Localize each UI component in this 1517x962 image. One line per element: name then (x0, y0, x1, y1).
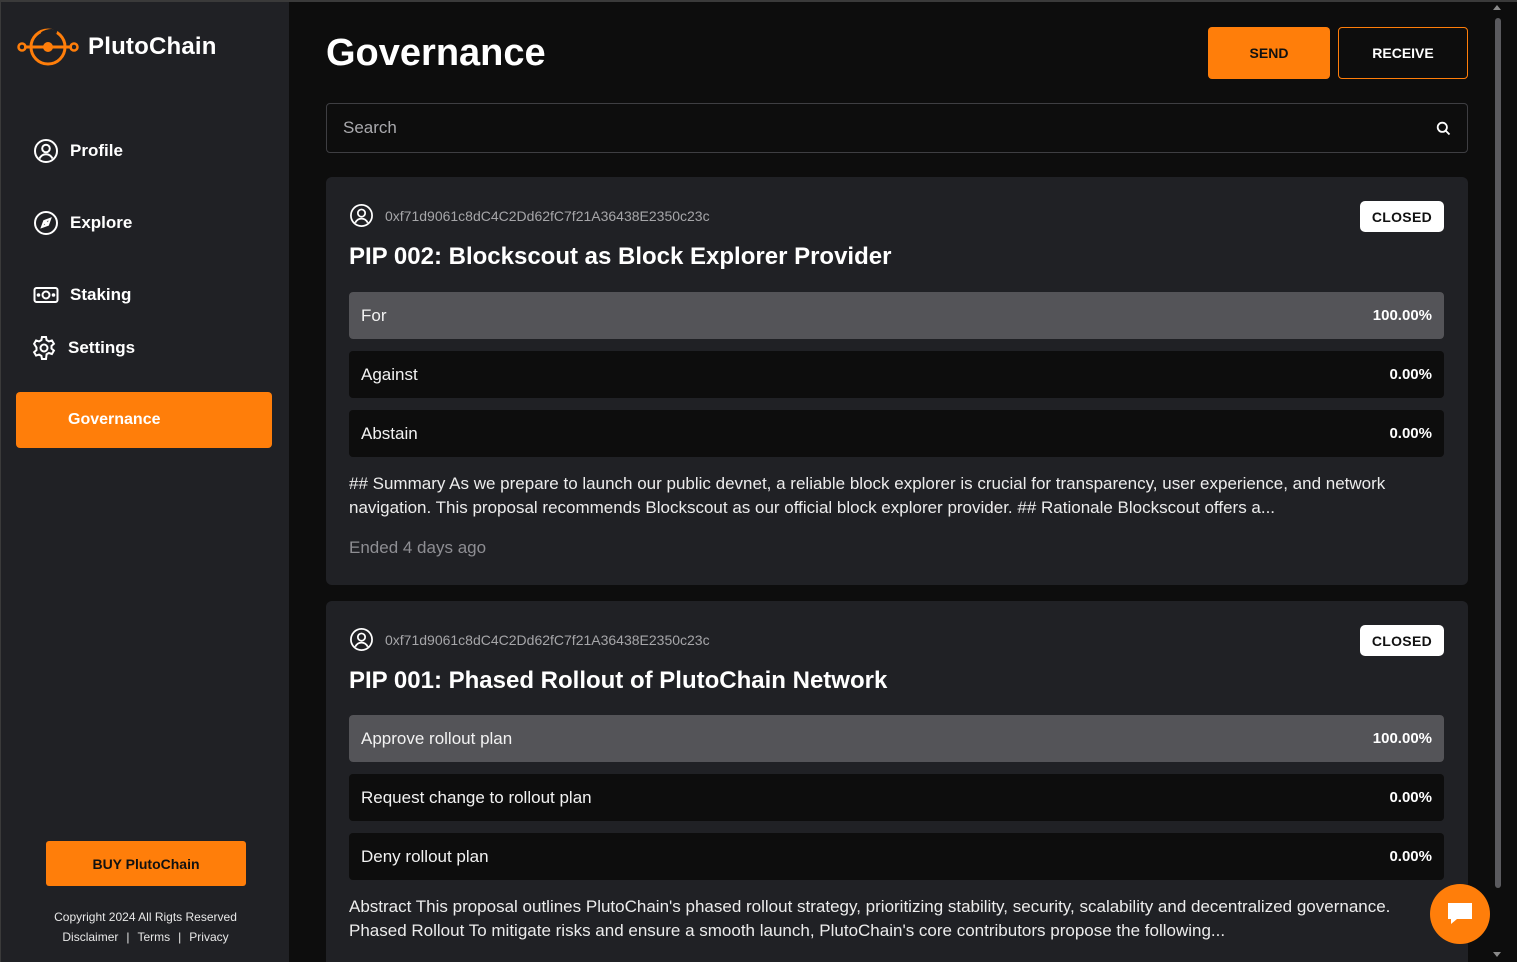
vote-option-label: Deny rollout plan (361, 846, 489, 866)
author-address: 0xf71d9061c8dC4C2Dd62fC7f21A36438E2350c2… (385, 631, 710, 648)
proposal-summary: Abstract This proposal outlines PlutoCha… (349, 897, 1391, 940)
link-separator: | (178, 930, 182, 944)
vote-option[interactable]: Approve rollout plan 100.00% (349, 715, 1444, 762)
vote-option-percent: 0.00% (1389, 789, 1432, 806)
proposal-title: PIP 001: Phased Rollout of PlutoChain Ne… (349, 667, 888, 694)
scroll-down-arrow-icon[interactable] (1493, 952, 1501, 957)
user-circle-icon (34, 139, 58, 163)
sidebar-item-explore[interactable]: Explore (33, 210, 132, 236)
author-address: 0xf71d9061c8dC4C2Dd62fC7f21A36438E2350c2… (385, 207, 710, 224)
buy-plutochain-button[interactable]: BUY PlutoChain (46, 841, 246, 886)
proposal-card[interactable]: 0xf71d9061c8dC4C2Dd62fC7f21A36438E2350c2… (326, 601, 1468, 962)
vote-result-fill (349, 292, 1444, 339)
sidebar-item-label: Settings (68, 338, 136, 357)
proposal-card[interactable]: 0xf71d9061c8dC4C2Dd62fC7f21A36438E2350c2… (326, 177, 1468, 585)
vote-option[interactable]: Deny rollout plan 0.00% (349, 833, 1444, 880)
sidebar-item-settings[interactable]: Settings (31, 335, 135, 361)
main-content: Governance SEND RECEIVE 0xf71d9061c8dC4C… (289, 2, 1517, 962)
status-badge: CLOSED (1359, 625, 1444, 656)
vote-option-label: Approve rollout plan (361, 728, 513, 748)
chat-bubble-icon (1448, 903, 1472, 924)
proposal-summary: ## Summary As we prepare to launch our p… (349, 474, 1386, 517)
receive-button-label: RECEIVE (1372, 45, 1434, 61)
sidebar-item-label: Explore (70, 213, 133, 232)
status-badge: CLOSED (1359, 201, 1444, 232)
compass-icon (34, 211, 58, 235)
sidebar-item-label: Governance (68, 411, 161, 428)
cash-icon (33, 287, 59, 303)
vote-option[interactable]: Abstain 0.00% (349, 410, 1444, 457)
vote-option-percent: 100.00% (1372, 730, 1432, 747)
vote-option-percent: 100.00% (1372, 307, 1432, 324)
scroll-up-arrow-icon[interactable] (1493, 5, 1501, 10)
footer-links: Disclaimer | Terms | Privacy (1, 930, 290, 944)
sidebar-item-profile[interactable]: Profile (33, 138, 123, 164)
proposal-author: 0xf71d9061c8dC4C2Dd62fC7f21A36438E2350c2… (349, 627, 710, 652)
sidebar-item-label: Staking (70, 285, 132, 304)
send-button[interactable]: SEND (1208, 27, 1330, 79)
vote-option[interactable]: Request change to rollout plan 0.00% (349, 774, 1444, 821)
sidebar-item-staking[interactable]: Staking (33, 282, 131, 308)
vote-option-percent: 0.00% (1389, 366, 1432, 383)
privacy-link[interactable]: Privacy (189, 930, 228, 944)
app-window: PlutoChain Profile Explore Staking Setti… (0, 0, 1517, 962)
vote-option[interactable]: Against 0.00% (349, 351, 1444, 398)
search-icon[interactable] (1436, 121, 1451, 136)
receive-button[interactable]: RECEIVE (1338, 27, 1468, 79)
search-bar (326, 103, 1468, 153)
link-separator: | (126, 930, 130, 944)
vote-option-label: Against (361, 364, 418, 384)
vote-option-percent: 0.00% (1389, 425, 1432, 442)
proposal-title: PIP 002: Blockscout as Block Explorer Pr… (349, 243, 892, 270)
copyright-text: Copyright 2024 All Rigts Reserved (54, 910, 237, 924)
send-button-label: SEND (1249, 45, 1289, 61)
sidebar-item-governance[interactable]: Governance (16, 392, 272, 448)
vote-option-label: Abstain (361, 423, 418, 443)
terms-link[interactable]: Terms (138, 930, 171, 944)
buy-button-label: BUY PlutoChain (92, 855, 200, 872)
brand-logo[interactable]: PlutoChain (17, 26, 217, 68)
vote-option-percent: 0.00% (1389, 848, 1432, 865)
scrollbar[interactable] (1492, 2, 1517, 962)
search-input[interactable] (327, 104, 1467, 152)
vote-option[interactable]: For 100.00% (349, 292, 1444, 339)
chat-support-button[interactable] (1430, 884, 1490, 944)
plutochain-logo-icon (17, 28, 79, 66)
sidebar-item-label: Profile (70, 141, 123, 160)
user-circle-icon (350, 628, 373, 651)
page-title: Governance (326, 32, 546, 74)
disclaimer-link[interactable]: Disclaimer (62, 930, 118, 944)
gear-icon (32, 336, 56, 360)
vote-result-fill (349, 715, 1444, 762)
user-circle-icon (350, 204, 373, 227)
proposal-ended-text: Ended 4 days ago (349, 538, 487, 557)
vote-option-label: Request change to rollout plan (361, 787, 592, 807)
scrollbar-thumb[interactable] (1495, 18, 1501, 888)
sidebar: PlutoChain Profile Explore Staking Setti… (0, 2, 289, 962)
vote-option-label: For (361, 305, 387, 325)
proposal-author: 0xf71d9061c8dC4C2Dd62fC7f21A36438E2350c2… (349, 203, 710, 228)
brand-name: PlutoChain (88, 33, 217, 60)
